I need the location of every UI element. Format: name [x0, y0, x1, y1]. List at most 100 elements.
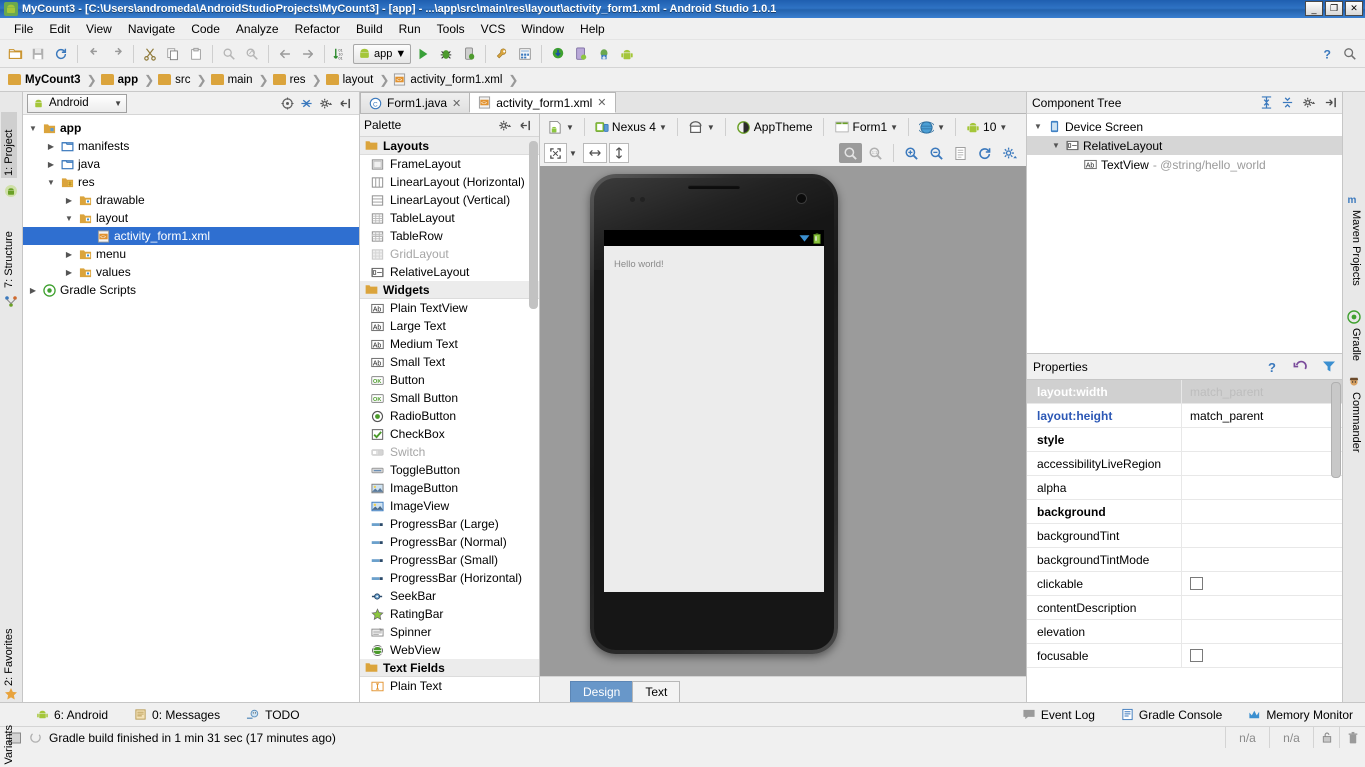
hide-icon[interactable] [1324, 96, 1337, 109]
activity-selector[interactable]: Form1 ▼ [830, 117, 903, 137]
property-value[interactable] [1182, 644, 1342, 667]
project-tree-item[interactable]: <> activity_form1.xml [23, 227, 359, 245]
tree-twisty-icon[interactable]: ▼ [45, 178, 57, 187]
editor-tab-form1-java[interactable]: C Form1.java ✕ [360, 92, 471, 113]
palette-group-header[interactable]: Layouts [360, 137, 539, 155]
forward-icon[interactable] [297, 43, 319, 65]
tree-twisty-icon[interactable]: ▼ [1050, 141, 1062, 150]
chevron-down-icon[interactable]: ▼ [569, 149, 577, 158]
minimize-button[interactable]: _ [1305, 1, 1323, 16]
render-settings-button[interactable] [998, 143, 1022, 163]
breadcrumb-item-res[interactable]: res [271, 70, 312, 90]
palette-group-header[interactable]: Text Fields [360, 659, 539, 677]
width-constraint-button[interactable] [582, 143, 607, 163]
run-icon[interactable] [412, 43, 434, 65]
menu-item-edit[interactable]: Edit [41, 19, 78, 39]
palette-item[interactable]: ToggleButton [360, 461, 539, 479]
settings-icon[interactable] [498, 119, 512, 132]
menu-item-run[interactable]: Run [391, 19, 429, 39]
breadcrumb-item-src[interactable]: src [156, 70, 196, 90]
project-view-selector[interactable]: Android ▼ [27, 93, 127, 113]
close-button[interactable]: ✕ [1345, 1, 1363, 16]
property-value[interactable] [1182, 620, 1342, 643]
trash-icon[interactable] [1339, 727, 1365, 748]
property-value[interactable] [1182, 452, 1342, 475]
tree-twisty-icon[interactable]: ▼ [27, 124, 39, 133]
palette-item[interactable]: ImageButton [360, 479, 539, 497]
design-canvas[interactable]: Hello world! [540, 166, 1026, 676]
restore-icon[interactable] [1293, 360, 1308, 374]
property-row[interactable]: style [1027, 428, 1342, 452]
bottom-item-messages[interactable]: 0: Messages [134, 708, 220, 722]
palette-item[interactable]: ImageView [360, 497, 539, 515]
open-folder-icon[interactable] [4, 43, 26, 65]
help-icon[interactable]: ? [1266, 360, 1279, 374]
properties-table[interactable]: layout:width match_parent layout:height mat… [1027, 380, 1342, 702]
property-value[interactable]: match_parent [1182, 404, 1342, 427]
palette-item[interactable]: TableRow [360, 227, 539, 245]
component-tree-node[interactable]: ▼ RelativeLayout [1027, 136, 1342, 155]
bottom-item-todo[interactable]: TODO [246, 708, 300, 722]
zoom-actual-size-button[interactable]: 1:1 [864, 143, 887, 163]
tree-twisty-icon[interactable]: ▶ [63, 268, 75, 277]
undo-icon[interactable] [83, 43, 105, 65]
palette-item[interactable]: Ab Large Text [360, 317, 539, 335]
settings-icon[interactable] [1302, 96, 1316, 109]
zoom-in-button[interactable] [900, 143, 923, 163]
property-row[interactable]: layout:width match_parent [1027, 380, 1342, 404]
copy-icon[interactable] [162, 43, 184, 65]
project-tree-item[interactable]: ▶ manifests [23, 137, 359, 155]
find-icon[interactable] [218, 43, 240, 65]
property-value[interactable] [1182, 596, 1342, 619]
breadcrumb-item-activity-form1-xml[interactable]: <> activity_form1.xml [391, 70, 508, 90]
palette-item[interactable]: GridLayout [360, 245, 539, 263]
palette-item[interactable]: RatingBar [360, 605, 539, 623]
property-value[interactable] [1182, 524, 1342, 547]
save-all-icon[interactable] [27, 43, 49, 65]
property-checkbox[interactable] [1190, 577, 1203, 590]
tool-window-favorites[interactable]: 2: Favorites [3, 604, 15, 686]
bottom-item-gradle-console[interactable]: Gradle Console [1121, 708, 1222, 722]
collapse-all-icon[interactable] [1281, 96, 1294, 109]
back-icon[interactable] [274, 43, 296, 65]
project-tree-item[interactable]: ▶ drawable [23, 191, 359, 209]
menu-item-help[interactable]: Help [572, 19, 613, 39]
component-tree-body[interactable]: ▼ Device Screen ▼ RelativeLayout Ab TextView -… [1027, 114, 1342, 354]
tool-window-build-variants[interactable]: Build Variants [3, 702, 15, 767]
property-row[interactable]: clickable [1027, 572, 1342, 596]
palette-item[interactable]: LinearLayout (Horizontal) [360, 173, 539, 191]
palette-item[interactable]: RadioButton [360, 407, 539, 425]
bottom-item-memory-monitor[interactable]: Memory Monitor [1248, 708, 1353, 722]
palette-item[interactable]: OK Button [360, 371, 539, 389]
run-configuration-selector[interactable]: app ▼ [353, 43, 412, 64]
breadcrumb-item-main[interactable]: main [209, 70, 259, 90]
menu-item-window[interactable]: Window [513, 19, 572, 39]
palette-item[interactable]: Ab Small Text [360, 353, 539, 371]
menu-item-file[interactable]: File [6, 19, 41, 39]
palette-item[interactable]: Spinner [360, 623, 539, 641]
palette-item[interactable]: FrameLayout [360, 155, 539, 173]
help-icon[interactable]: ? [1316, 43, 1338, 65]
window-controls[interactable]: _ ❐ ✕ [1305, 1, 1363, 16]
component-tree-node[interactable]: Ab TextView - @string/hello_world [1027, 155, 1342, 174]
api-level-selector[interactable]: 10 ▼ [962, 117, 1011, 137]
property-row[interactable]: focusable [1027, 644, 1342, 668]
palette-item[interactable]: RelativeLayout [360, 263, 539, 281]
menu-item-analyze[interactable]: Analyze [228, 19, 287, 39]
component-tree-node[interactable]: ▼ Device Screen [1027, 117, 1342, 136]
palette-item[interactable]: OK Small Button [360, 389, 539, 407]
hide-icon[interactable] [519, 119, 532, 132]
target-icon[interactable] [281, 96, 294, 110]
menu-item-tools[interactable]: Tools [429, 19, 473, 39]
palette-item[interactable]: LinearLayout (Vertical) [360, 191, 539, 209]
project-tree[interactable]: ▼ app ▶ manifests ▶ java ▼ res ▶ drawable ▼ layout <… [23, 115, 359, 702]
cut-icon[interactable] [139, 43, 161, 65]
debug-device-icon[interactable] [458, 43, 480, 65]
menu-item-refactor[interactable]: Refactor [287, 19, 348, 39]
palette-item[interactable]: ProgressBar (Horizontal) [360, 569, 539, 587]
tool-window-project[interactable]: 1: Project [1, 112, 17, 178]
palette-item[interactable]: Switch [360, 443, 539, 461]
preview-app-screen[interactable]: Hello world! [604, 246, 824, 592]
fit-to-screen-button[interactable] [544, 143, 567, 163]
property-row[interactable]: alpha [1027, 476, 1342, 500]
